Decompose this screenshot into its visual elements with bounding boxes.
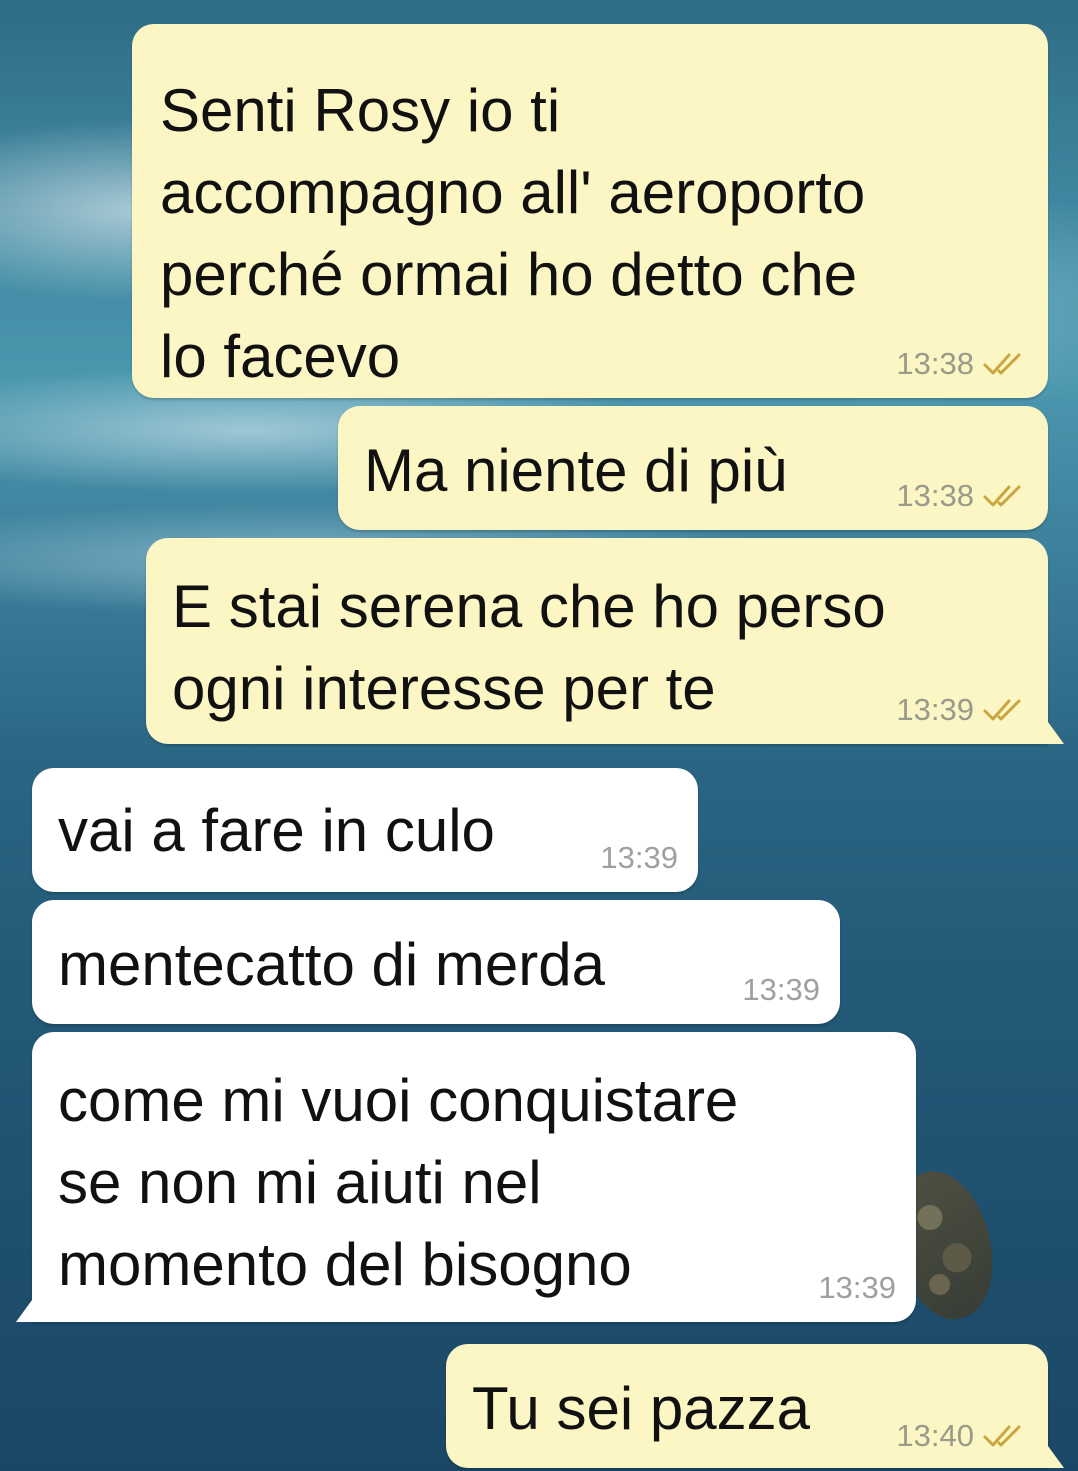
bubble-tail [16, 1300, 32, 1322]
message-time: 13:39 [742, 972, 820, 1007]
message-text: mentecatto di merda [58, 931, 605, 998]
message-meta: 13:39 [896, 692, 1026, 728]
message-bubble-outgoing[interactable]: E stai serena che ho perso ogni interess… [146, 538, 1048, 744]
message-time: 13:40 [896, 1418, 974, 1453]
message-time: 13:39 [600, 840, 678, 875]
message-bubble-incoming[interactable]: come mi vuoi conquistare se non mi aiuti… [32, 1032, 916, 1322]
message-meta: 13:39 [742, 972, 820, 1008]
message-meta: 13:38 [896, 478, 1026, 514]
message-bubble-outgoing[interactable]: Tu sei pazza 13:40 [446, 1344, 1048, 1468]
bubble-tail [1048, 722, 1064, 744]
message-bubble-incoming[interactable]: mentecatto di merda 13:39 [32, 900, 840, 1024]
message-text: vai a fare in culo [58, 797, 495, 864]
message-bubble-outgoing[interactable]: Ma niente di più 13:38 [338, 406, 1048, 530]
message-text: come mi vuoi conquistare se non mi aiuti… [58, 1067, 739, 1298]
message-bubble-outgoing[interactable]: Senti Rosy io ti accompagno all' aeropor… [132, 24, 1048, 398]
bubble-tail [1048, 1446, 1064, 1468]
double-check-icon [983, 699, 1021, 721]
message-time: 13:39 [818, 1270, 896, 1305]
message-bubble-incoming[interactable]: vai a fare in culo 13:39 [32, 768, 698, 892]
double-check-icon [983, 353, 1021, 375]
message-text: Senti Rosy io ti accompagno all' aeropor… [160, 77, 866, 390]
message-time: 13:39 [896, 692, 974, 727]
message-meta: 13:38 [896, 346, 1026, 382]
message-time: 13:38 [896, 478, 974, 513]
message-meta: 13:39 [818, 1270, 896, 1306]
message-text: E stai serena che ho perso ogni interess… [172, 573, 886, 722]
message-text: Tu sei pazza [472, 1375, 810, 1442]
double-check-icon [983, 1425, 1021, 1447]
message-meta: 13:40 [896, 1418, 1026, 1454]
message-text: Ma niente di più [364, 437, 788, 504]
message-meta: 13:39 [600, 840, 678, 876]
double-check-icon [983, 485, 1021, 507]
message-time: 13:38 [896, 346, 974, 381]
